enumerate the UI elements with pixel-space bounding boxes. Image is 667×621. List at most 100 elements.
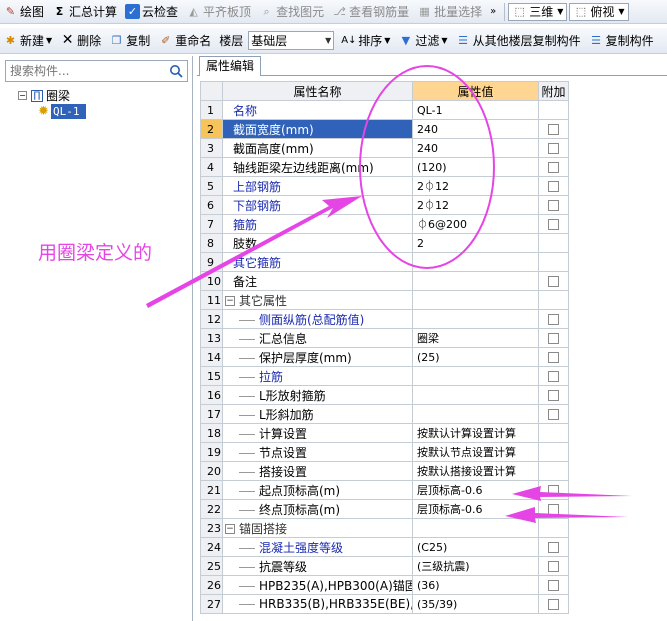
delete-button[interactable]: ✕ 删除 — [57, 31, 104, 51]
table-row[interactable]: 1 名称 QL-1 — [200, 100, 667, 120]
property-value[interactable]: QL-1 — [412, 100, 539, 120]
property-value[interactable]: 2⏀12 — [412, 195, 539, 215]
extra-checkbox[interactable] — [548, 371, 559, 382]
table-row[interactable]: 22 终点顶标高(m) 层顶标高-0.6 — [200, 499, 667, 519]
collapse-icon[interactable]: − — [225, 296, 235, 306]
table-row[interactable]: 13 汇总信息 圈梁 — [200, 328, 667, 348]
draw-button[interactable]: ✎ 绘图 — [0, 2, 47, 22]
align-top-button[interactable]: ◭ 平齐板顶 — [183, 2, 254, 22]
sort-button[interactable]: A↓ 排序 ▼ — [338, 31, 393, 51]
table-row[interactable]: 7 箍筋 ⏀6@200 — [200, 214, 667, 234]
property-value[interactable]: (25) — [412, 347, 539, 367]
table-row[interactable]: 19 节点设置 按默认节点设置计算 — [200, 442, 667, 462]
extra-checkbox[interactable] — [548, 333, 559, 344]
extra-checkbox[interactable] — [548, 580, 559, 591]
floor-dropdown[interactable]: 基础层 ▼ — [248, 31, 335, 50]
table-row[interactable]: 24 混凝土强度等级 (C25) — [200, 537, 667, 557]
property-value[interactable] — [412, 271, 539, 291]
extra-checkbox[interactable] — [548, 485, 559, 496]
table-row[interactable]: 27 HRB335(B),HRB335E(BE),HRBF(35/39) — [200, 594, 667, 614]
search-icon[interactable] — [169, 64, 183, 78]
property-value[interactable]: 2 — [412, 233, 539, 253]
extra-checkbox[interactable] — [548, 504, 559, 515]
property-value[interactable] — [412, 366, 539, 386]
extra-checkbox[interactable] — [548, 200, 559, 211]
table-row[interactable]: 23− 锚固搭接 — [200, 518, 667, 538]
extra-checkbox[interactable] — [548, 276, 559, 287]
table-row[interactable]: 12 侧面纵筋(总配筋值) — [200, 309, 667, 329]
collapse-icon[interactable]: − — [18, 91, 27, 100]
collapse-icon[interactable]: − — [225, 524, 235, 534]
extra-checkbox[interactable] — [548, 542, 559, 553]
search-input[interactable] — [6, 61, 166, 81]
property-value[interactable]: ⏀6@200 — [412, 214, 539, 234]
property-value[interactable] — [412, 290, 539, 310]
copy-button[interactable]: ❐ 复制 — [106, 31, 153, 51]
table-row[interactable]: 4 轴线距梁左边线距离(mm) (120) — [200, 157, 667, 177]
table-row[interactable]: 20 搭接设置 按默认搭接设置计算 — [200, 461, 667, 481]
extra-checkbox[interactable] — [548, 181, 559, 192]
property-value[interactable]: 圈梁 — [412, 328, 539, 348]
property-value[interactable]: 240 — [412, 138, 539, 158]
table-row[interactable]: 9 其它箍筋 — [200, 252, 667, 272]
table-row[interactable]: 6 下部钢筋 2⏀12 — [200, 195, 667, 215]
property-value[interactable] — [412, 518, 539, 538]
table-row[interactable]: 14 保护层厚度(mm) (25) — [200, 347, 667, 367]
find-element-button[interactable]: ⌕ 查找图元 — [256, 2, 327, 22]
view-rebar-button[interactable]: ⎇ 查看钢筋量 — [329, 2, 412, 22]
extra-checkbox[interactable] — [548, 314, 559, 325]
view-top-dropdown[interactable]: ⬚ 俯视 ▼ — [569, 2, 629, 21]
property-value[interactable] — [412, 252, 539, 272]
property-value[interactable]: 层顶标高-0.6 — [412, 499, 539, 519]
property-value[interactable]: 按默认计算设置计算 — [412, 423, 539, 443]
property-value[interactable]: 按默认节点设置计算 — [412, 442, 539, 462]
extra-checkbox[interactable] — [548, 599, 559, 610]
extra-checkbox[interactable] — [548, 124, 559, 135]
view-3d-dropdown[interactable]: ⬚ 三维 ▼ — [508, 2, 568, 21]
table-row[interactable]: 25 抗震等级 (三级抗震) — [200, 556, 667, 576]
tab-property-edit[interactable]: 属性编辑 — [199, 56, 262, 76]
property-value[interactable]: 按默认搭接设置计算 — [412, 461, 539, 481]
property-value[interactable]: 2⏀12 — [412, 176, 539, 196]
new-button[interactable]: ✱ 新建 ▼ — [0, 31, 55, 51]
property-value[interactable]: (120) — [412, 157, 539, 177]
cloud-check-button[interactable]: ✓ 云检查 — [122, 2, 181, 22]
table-row[interactable]: 3 截面高度(mm) 240 — [200, 138, 667, 158]
sum-calc-button[interactable]: Σ 汇总计算 — [49, 2, 120, 22]
property-value[interactable]: (三级抗震) — [412, 556, 539, 576]
property-value[interactable]: (C25) — [412, 537, 539, 557]
extra-checkbox[interactable] — [548, 409, 559, 420]
table-row[interactable]: 26 HPB235(A),HPB300(A)锚固 (36) — [200, 575, 667, 595]
property-value[interactable]: 层顶标高-0.6 — [412, 480, 539, 500]
more-chevron[interactable]: » — [487, 2, 499, 22]
extra-checkbox[interactable] — [548, 561, 559, 572]
property-value[interactable]: (36) — [412, 575, 539, 595]
batch-select-button[interactable]: ▦ 批量选择 — [414, 2, 485, 22]
property-value[interactable] — [412, 385, 539, 405]
table-row[interactable]: 8 肢数 2 — [200, 233, 667, 253]
table-row[interactable]: 16 L形放射箍筋 — [200, 385, 667, 405]
tree-item-ql1[interactable]: ✹ QL-1 — [36, 103, 86, 120]
property-value[interactable]: 240 — [412, 119, 539, 139]
table-row[interactable]: 17 L形斜加筋 — [200, 404, 667, 424]
table-row[interactable]: 2 截面宽度(mm) 240 — [200, 119, 667, 139]
extra-checkbox[interactable] — [548, 162, 559, 173]
table-row[interactable]: 11− 其它属性 — [200, 290, 667, 310]
extra-checkbox[interactable] — [548, 352, 559, 363]
extra-checkbox[interactable] — [548, 143, 559, 154]
table-row[interactable]: 21 起点顶标高(m) 层顶标高-0.6 — [200, 480, 667, 500]
copy-from-floor-button[interactable]: ☰ 从其他楼层复制构件 — [453, 31, 584, 51]
property-value[interactable] — [412, 309, 539, 329]
copy-component-button[interactable]: ☰ 复制构件 — [586, 31, 657, 51]
extra-checkbox[interactable] — [548, 219, 559, 230]
property-value[interactable] — [412, 404, 539, 424]
property-value[interactable]: (35/39) — [412, 594, 539, 614]
table-row[interactable]: 10 备注 — [200, 271, 667, 291]
filter-button[interactable]: ▼ 过滤 ▼ — [395, 31, 450, 51]
rename-button[interactable]: ✐ 重命名 — [155, 31, 214, 51]
tree-item-ring-beam[interactable]: − ∏ 圈梁 — [18, 87, 70, 104]
extra-checkbox[interactable] — [548, 390, 559, 401]
table-row[interactable]: 5 上部钢筋 2⏀12 — [200, 176, 667, 196]
table-row[interactable]: 15 拉筋 — [200, 366, 667, 386]
table-row[interactable]: 18 计算设置 按默认计算设置计算 — [200, 423, 667, 443]
